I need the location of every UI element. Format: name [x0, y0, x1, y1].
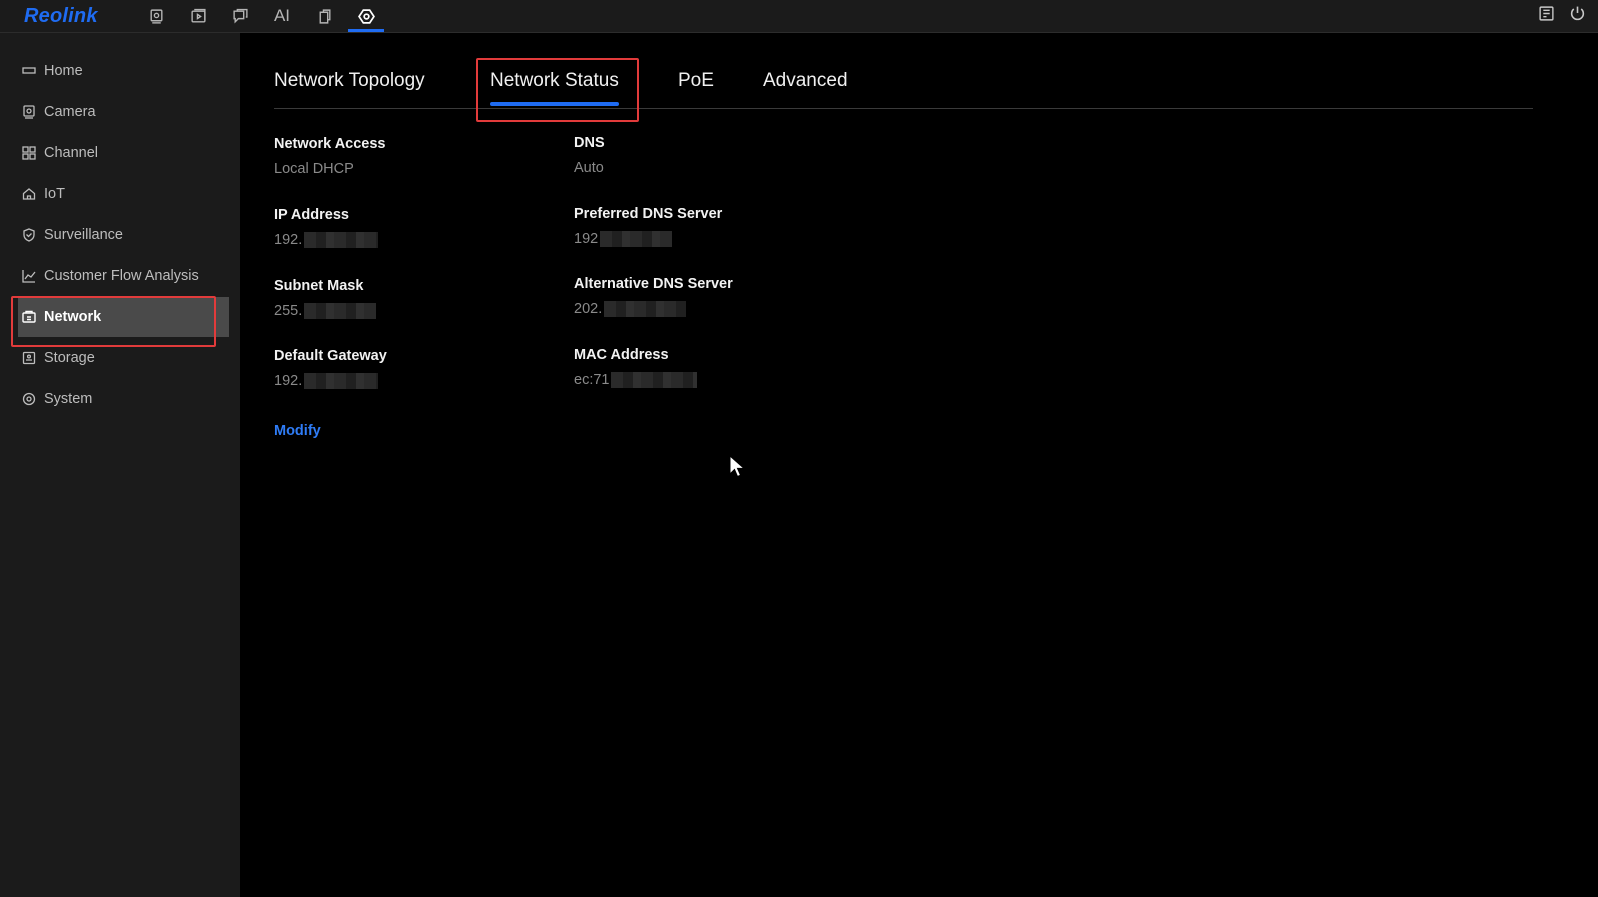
redacted-mask [304, 303, 377, 319]
field-ip-address: IP Address 192. [274, 207, 379, 248]
ai-label: AI [273, 6, 291, 25]
redacted-mask [604, 301, 687, 317]
redacted-mask [304, 373, 379, 389]
shield-icon [22, 228, 36, 242]
field-value: 192 [574, 231, 599, 247]
sidebar-item-label: System [44, 391, 93, 407]
settings-icon[interactable] [345, 0, 387, 32]
sidebar-item-label: Storage [44, 350, 95, 366]
field-network-access: Network Access Local DHCP [274, 136, 386, 177]
reolink-logo: Reolink [24, 5, 98, 27]
line-chart-icon [22, 269, 36, 283]
sidebar-item-system[interactable]: System [18, 379, 229, 419]
device-icon[interactable] [303, 0, 345, 32]
sidebar-item-camera[interactable]: Camera [18, 92, 229, 132]
tab-bar: Network Topology Network Status PoE Adva… [274, 62, 1533, 109]
tab-poe[interactable]: PoE [678, 70, 714, 92]
storage-icon [22, 351, 36, 365]
field-label: Alternative DNS Server [574, 276, 733, 292]
home-icon [22, 64, 36, 78]
sidebar-item-label: Camera [44, 104, 96, 120]
sidebar-item-label: Surveillance [44, 227, 123, 243]
field-label: IP Address [274, 207, 349, 223]
field-subnet-mask: Subnet Mask 255. [274, 278, 377, 319]
redacted-mask [600, 231, 673, 247]
modify-link[interactable]: Modify [274, 423, 321, 439]
tab-advanced[interactable]: Advanced [763, 70, 848, 92]
field-mac-address: MAC Address ec:71 [574, 347, 698, 388]
highlight-box-network-status [476, 58, 639, 122]
field-value: 192. [274, 373, 303, 389]
field-label: Preferred DNS Server [574, 206, 723, 222]
field-default-gateway: Default Gateway 192. [274, 348, 387, 389]
highlight-box-network [11, 296, 216, 347]
tab-network-topology[interactable]: Network Topology [274, 70, 425, 92]
mouse-cursor-icon [729, 455, 745, 478]
field-value: 192. [274, 232, 303, 248]
ai-tab[interactable]: AI [261, 0, 303, 32]
top-right-tools [1538, 0, 1586, 32]
notes-icon[interactable] [1538, 5, 1555, 27]
field-label: Default Gateway [274, 348, 387, 364]
camera-icon [22, 105, 36, 119]
field-value: Local DHCP [274, 161, 354, 177]
video-icon[interactable] [177, 0, 219, 32]
field-label: Network Access [274, 136, 386, 152]
system-gear-icon [22, 392, 36, 406]
sidebar-item-label: IoT [44, 186, 65, 202]
playback-icon[interactable] [135, 0, 177, 32]
power-icon[interactable] [1569, 5, 1586, 27]
sidebar: Home Camera Channel IoT Surveillance Cus… [0, 33, 240, 897]
field-label: MAC Address [574, 347, 669, 363]
top-bar: Reolink AI [0, 0, 1598, 33]
field-preferred-dns: Preferred DNS Server 192 [574, 206, 722, 247]
sidebar-item-label: Channel [44, 145, 99, 161]
redacted-mask [611, 372, 698, 388]
field-alternative-dns: Alternative DNS Server 202. [574, 276, 733, 317]
sidebar-item-customer-flow[interactable]: Customer Flow Analysis [18, 256, 229, 296]
redacted-mask [304, 232, 379, 248]
field-value: Auto [574, 160, 604, 176]
iot-house-icon [22, 187, 36, 201]
field-label: DNS [574, 135, 605, 151]
sidebar-item-label: Customer Flow Analysis [44, 268, 199, 284]
channel-grid-icon [22, 146, 36, 160]
field-label: Subnet Mask [274, 278, 364, 294]
field-value: ec:71 [574, 372, 610, 388]
sidebar-item-channel[interactable]: Channel [18, 133, 229, 173]
field-value: 202. [574, 301, 603, 317]
sidebar-item-surveillance[interactable]: Surveillance [18, 215, 229, 255]
field-dns: DNS Auto [574, 135, 605, 176]
sidebar-item-iot[interactable]: IoT [18, 174, 229, 214]
sidebar-item-label: Home [44, 63, 83, 79]
field-value: 255. [274, 303, 303, 319]
top-nav: AI [135, 0, 387, 32]
sidebar-item-home[interactable]: Home [18, 51, 229, 91]
message-icon[interactable] [219, 0, 261, 32]
